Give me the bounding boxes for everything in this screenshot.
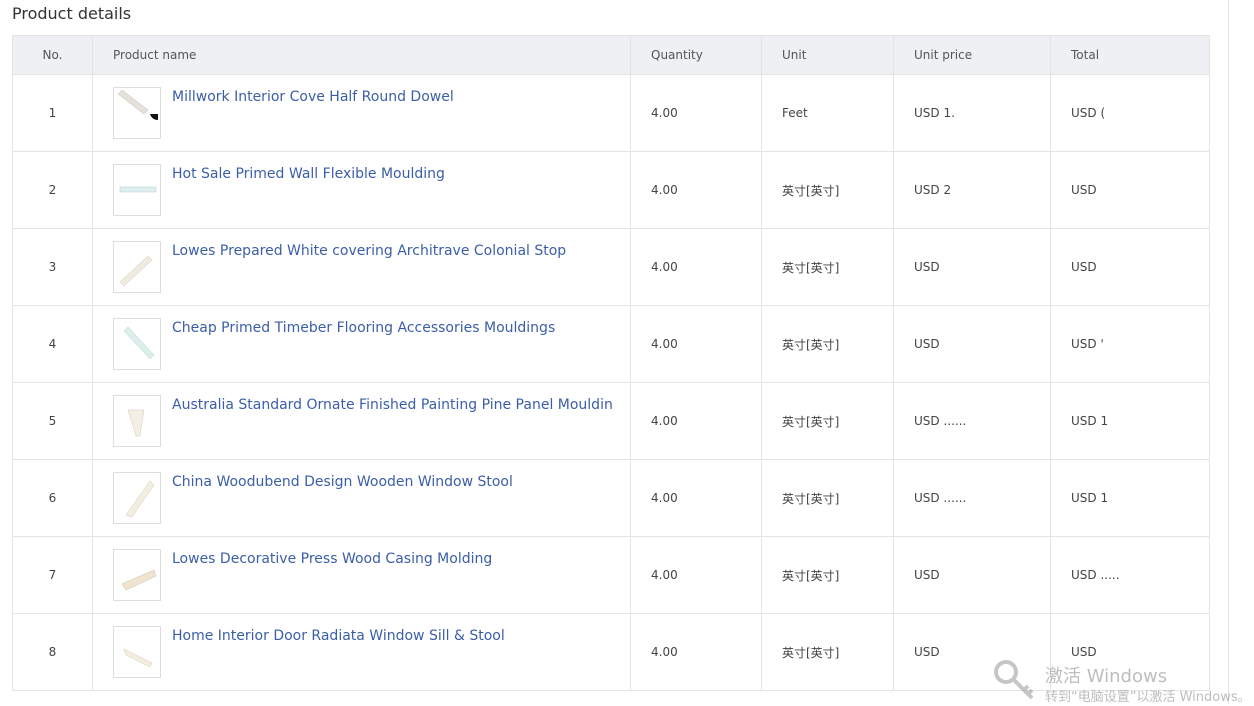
product-table: No. Product name Quantity Unit Unit pric… bbox=[12, 35, 1210, 691]
product-name-link[interactable]: Millwork Interior Cove Half Round Dowel bbox=[172, 87, 612, 107]
row-no: 7 bbox=[12, 536, 93, 614]
header-product-name: Product name bbox=[92, 35, 631, 75]
product-name-link[interactable]: Cheap Primed Timeber Flooring Accessorie… bbox=[172, 318, 612, 338]
product-cell: China Woodubend Design Wooden Window Sto… bbox=[92, 459, 631, 537]
quantity-cell: 4.00 bbox=[630, 228, 762, 306]
product-cell: Home Interior Door Radiata Window Sill &… bbox=[92, 613, 631, 691]
product-name-link[interactable]: Lowes Prepared White covering Architrave… bbox=[172, 241, 612, 261]
unit-price-cell: USD bbox=[893, 305, 1051, 383]
product-thumbnail-icon[interactable] bbox=[113, 87, 161, 139]
product-cell: Hot Sale Primed Wall Flexible Moulding bbox=[92, 151, 631, 229]
row-no: 6 bbox=[12, 459, 93, 537]
product-cell: Millwork Interior Cove Half Round Dowel bbox=[92, 74, 631, 152]
row-no: 5 bbox=[12, 382, 93, 460]
product-cell: Lowes Decorative Press Wood Casing Moldi… bbox=[92, 536, 631, 614]
header-unit-price: Unit price bbox=[893, 35, 1051, 75]
quantity-cell: 4.00 bbox=[630, 74, 762, 152]
product-name-link[interactable]: Hot Sale Primed Wall Flexible Moulding bbox=[172, 164, 612, 184]
table-row: 6 China Woodubend Design Wooden Window S… bbox=[12, 459, 1210, 537]
product-name-link[interactable]: Lowes Decorative Press Wood Casing Moldi… bbox=[172, 549, 612, 569]
unit-cell: 英寸[英寸] bbox=[761, 536, 894, 614]
unit-cell: 英寸[英寸] bbox=[761, 151, 894, 229]
unit-price-cell: USD ...... bbox=[893, 459, 1051, 537]
total-cell: USD 1 bbox=[1050, 459, 1210, 537]
unit-price-cell: USD bbox=[893, 536, 1051, 614]
product-thumbnail-icon[interactable] bbox=[113, 395, 161, 447]
unit-cell: 英寸[英寸] bbox=[761, 459, 894, 537]
total-cell: USD bbox=[1050, 228, 1210, 306]
product-name-link[interactable]: Australia Standard Ornate Finished Paint… bbox=[172, 395, 612, 415]
header-no: No. bbox=[12, 35, 93, 75]
unit-price-cell: USD 1. bbox=[893, 74, 1051, 152]
product-thumbnail-icon[interactable] bbox=[113, 241, 161, 293]
unit-cell: 英寸[英寸] bbox=[761, 228, 894, 306]
product-thumbnail-icon[interactable] bbox=[113, 164, 161, 216]
product-name-link[interactable]: China Woodubend Design Wooden Window Sto… bbox=[172, 472, 612, 492]
total-cell: USD ( bbox=[1050, 74, 1210, 152]
table-row: 7 Lowes Decorative Press Wood Casing Mol… bbox=[12, 536, 1210, 614]
quantity-cell: 4.00 bbox=[630, 459, 762, 537]
row-no: 2 bbox=[12, 151, 93, 229]
header-quantity: Quantity bbox=[630, 35, 762, 75]
unit-cell: 英寸[英寸] bbox=[761, 382, 894, 460]
quantity-cell: 4.00 bbox=[630, 305, 762, 383]
row-no: 3 bbox=[12, 228, 93, 306]
row-no: 4 bbox=[12, 305, 93, 383]
table-row: 8 Home Interior Door Radiata Window Sill… bbox=[12, 613, 1210, 691]
product-cell: Australia Standard Ornate Finished Paint… bbox=[92, 382, 631, 460]
quantity-cell: 4.00 bbox=[630, 613, 762, 691]
product-thumbnail-icon[interactable] bbox=[113, 318, 161, 370]
unit-price-cell: USD 2 bbox=[893, 151, 1051, 229]
product-cell: Cheap Primed Timeber Flooring Accessorie… bbox=[92, 305, 631, 383]
unit-cell: Feet bbox=[761, 74, 894, 152]
total-cell: USD bbox=[1050, 613, 1210, 691]
total-cell: USD 1 bbox=[1050, 382, 1210, 460]
product-name-link[interactable]: Home Interior Door Radiata Window Sill &… bbox=[172, 626, 612, 646]
unit-price-cell: USD bbox=[893, 613, 1051, 691]
row-no: 1 bbox=[12, 74, 93, 152]
product-thumbnail-icon[interactable] bbox=[113, 626, 161, 678]
quantity-cell: 4.00 bbox=[630, 536, 762, 614]
total-cell: USD bbox=[1050, 151, 1210, 229]
unit-cell: 英寸[英寸] bbox=[761, 613, 894, 691]
unit-price-cell: USD bbox=[893, 228, 1051, 306]
header-total: Total bbox=[1050, 35, 1210, 75]
quantity-cell: 4.00 bbox=[630, 382, 762, 460]
total-cell: USD ' bbox=[1050, 305, 1210, 383]
table-row: 5 Australia Standard Ornate Finished Pai… bbox=[12, 382, 1210, 460]
table-row: 1 Millwork Interior Cove Half Round Dowe… bbox=[12, 74, 1210, 152]
table-row: 2 Hot Sale Primed Wall Flexible Moulding… bbox=[12, 151, 1210, 229]
product-thumbnail-icon[interactable] bbox=[113, 549, 161, 601]
quantity-cell: 4.00 bbox=[630, 151, 762, 229]
unit-cell: 英寸[英寸] bbox=[761, 305, 894, 383]
table-row: 4 Cheap Primed Timeber Flooring Accessor… bbox=[12, 305, 1210, 383]
row-no: 8 bbox=[12, 613, 93, 691]
table-header-row: No. Product name Quantity Unit Unit pric… bbox=[12, 35, 1210, 75]
table-row: 3 Lowes Prepared White covering Architra… bbox=[12, 228, 1210, 306]
total-cell: USD ..... bbox=[1050, 536, 1210, 614]
header-unit: Unit bbox=[761, 35, 894, 75]
unit-price-cell: USD ...... bbox=[893, 382, 1051, 460]
scroll-edge-divider bbox=[1228, 0, 1229, 704]
page-title: Product details bbox=[12, 4, 132, 23]
product-thumbnail-icon[interactable] bbox=[113, 472, 161, 524]
product-cell: Lowes Prepared White covering Architrave… bbox=[92, 228, 631, 306]
